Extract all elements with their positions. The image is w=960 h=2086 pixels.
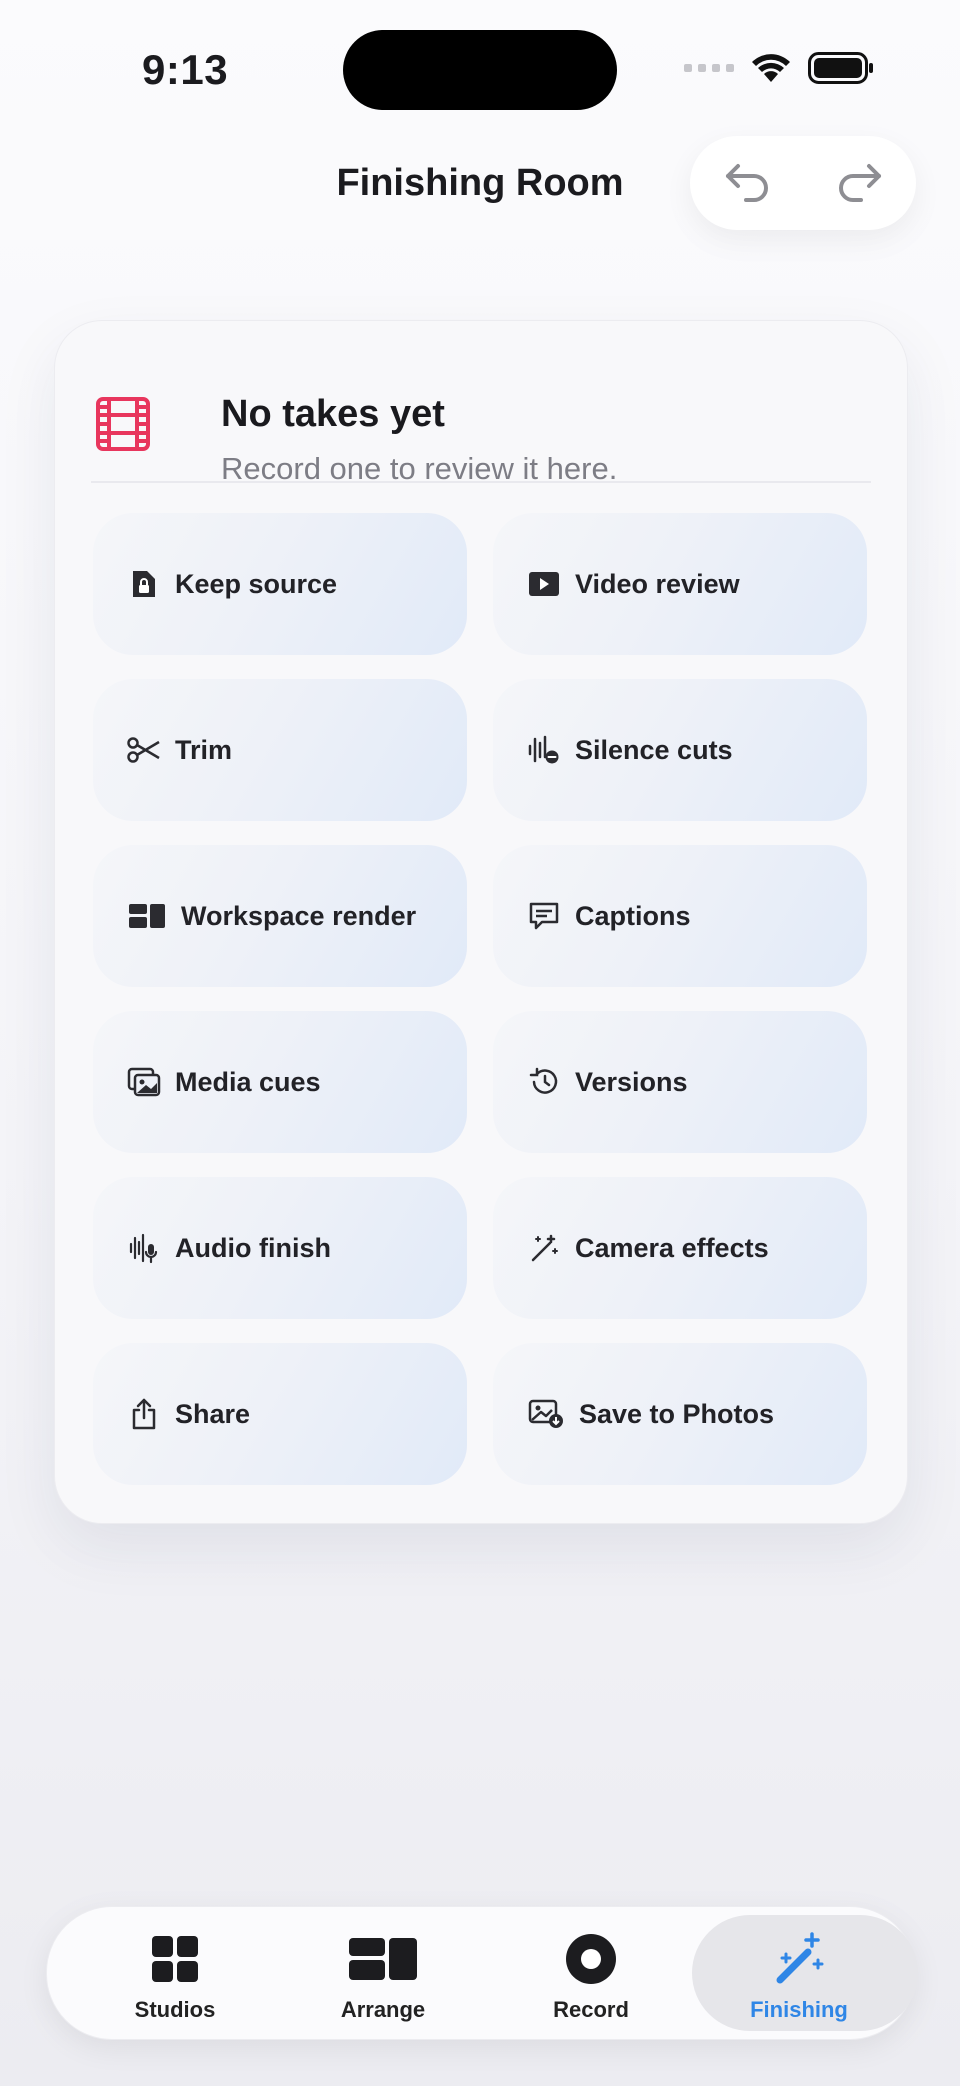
media-cues-label: Media cues [175, 1066, 321, 1097]
save-to-photos-button[interactable]: Save to Photos [493, 1343, 867, 1485]
save-to-photos-label: Save to Photos [579, 1398, 775, 1429]
status-icons [684, 52, 874, 84]
divider [91, 481, 871, 483]
history-icon [527, 1065, 561, 1099]
cellular-signal-icon [684, 64, 734, 72]
wifi-icon [752, 54, 790, 82]
empty-state: No takes yet Record one to review it her… [95, 361, 867, 486]
audio-finish-label: Audio finish [175, 1232, 331, 1263]
undo-button[interactable] [707, 143, 787, 223]
film-icon [96, 397, 150, 451]
photo-save-icon [527, 1397, 565, 1431]
grid-icon [71, 1931, 279, 1987]
layout-icon [127, 899, 167, 933]
camera-effects-label: Camera effects [575, 1232, 769, 1263]
keep-source-label: Keep source [175, 568, 338, 599]
tab-studios-label: Studios [134, 1997, 216, 2022]
magic-wand-icon [695, 1931, 903, 1987]
share-icon [127, 1397, 161, 1431]
versions-label: Versions [575, 1066, 688, 1097]
undo-redo-group [690, 136, 916, 230]
share-label: Share [175, 1398, 251, 1429]
tab-bar: Studios Arrange Record Finishing [46, 1906, 918, 2040]
magic-wand-icon [527, 1231, 561, 1265]
audio-finish-button[interactable]: Audio finish [93, 1177, 467, 1319]
trim-button[interactable]: Trim [93, 679, 467, 821]
status-time: 9:13 [142, 46, 229, 93]
camera-effects-button[interactable]: Camera effects [493, 1177, 867, 1319]
battery-icon [808, 52, 873, 84]
empty-state-title: No takes yet [221, 393, 445, 435]
workspace-render-label: Workspace render [181, 900, 417, 931]
tab-finishing[interactable]: Finishing [692, 1907, 918, 2039]
layout-icon [279, 1931, 487, 1987]
scissors-icon [127, 733, 161, 767]
silence-cuts-button[interactable]: Silence cuts [493, 679, 867, 821]
tab-arrange[interactable]: Arrange [279, 1907, 487, 2039]
record-icon [487, 1931, 695, 1987]
lock-document-icon [127, 567, 161, 601]
share-button[interactable]: Share [93, 1343, 467, 1485]
tab-record[interactable]: Record [487, 1907, 695, 2039]
waveform-minus-icon [527, 733, 561, 767]
trim-label: Trim [175, 734, 233, 765]
redo-button[interactable] [820, 143, 900, 223]
captions-label: Captions [575, 900, 691, 931]
dynamic-island [343, 30, 617, 110]
finishing-card: No takes yet Record one to review it her… [54, 320, 908, 1524]
silence-cuts-label: Silence cuts [575, 734, 733, 765]
media-cues-button[interactable]: Media cues [93, 1011, 467, 1153]
undo-icon [725, 164, 768, 202]
captions-button[interactable]: Captions [493, 845, 867, 987]
redo-icon [838, 164, 881, 202]
tab-studios[interactable]: Studios [71, 1907, 279, 2039]
versions-button[interactable]: Versions [493, 1011, 867, 1153]
photo-stack-icon [127, 1065, 161, 1099]
video-review-label: Video review [575, 568, 740, 599]
video-review-button[interactable]: Video review [493, 513, 867, 655]
workspace-render-button[interactable]: Workspace render [93, 845, 467, 987]
status-bar: 9:13 [0, 0, 960, 140]
keep-source-button[interactable]: Keep source [93, 513, 467, 655]
play-icon [527, 567, 561, 601]
tab-arrange-label: Arrange [340, 1997, 426, 2022]
tab-record-label: Record [553, 1997, 629, 2022]
waveform-mic-icon [127, 1231, 161, 1265]
tab-finishing-label: Finishing [750, 1997, 848, 2022]
captions-icon [527, 899, 561, 933]
